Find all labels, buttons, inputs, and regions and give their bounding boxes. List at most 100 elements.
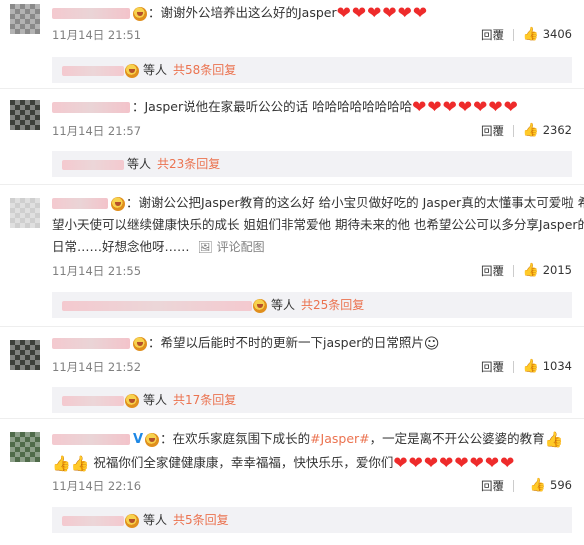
comment-text-line: ：Jasper说他在家最听公公的话 哈哈哈哈哈哈哈哈❤❤❤❤❤❤❤: [52, 96, 572, 119]
replies-summary[interactable]: 等人 共58条回复: [52, 57, 572, 83]
comment-text: ，一定是离不开公公婆婆的教育: [369, 431, 545, 446]
replies-people: 等人: [143, 513, 168, 527]
hearts-emoji: ❤❤❤❤❤❤: [336, 3, 429, 24]
hearts-emoji: ❤❤❤❤❤❤❤: [412, 97, 519, 118]
comment-text: ：在欢乐家庭氛围下成长的: [160, 431, 311, 446]
like-count: 2362: [542, 123, 572, 137]
comment-text-line: ：希望以后能时不时的更新一下jasper的日常照片☺: [52, 332, 572, 355]
avatar[interactable]: [10, 340, 40, 370]
replies-summary[interactable]: 等人 共25条回复: [52, 292, 572, 318]
divider: [513, 480, 514, 492]
replies-count-link[interactable]: 共17条回复: [173, 393, 236, 407]
divider: [0, 88, 584, 89]
reply-usernames: [62, 159, 124, 170]
replies-count-link[interactable]: 共25条回复: [301, 298, 364, 312]
user-badge-icon: [125, 393, 139, 408]
replies-people: 等人: [271, 298, 296, 312]
like-button[interactable]: 👍 1034: [523, 359, 572, 374]
like-count: 3406: [542, 27, 572, 41]
thumbs-up-icon: 👍: [529, 478, 547, 493]
avatar[interactable]: [10, 4, 40, 34]
comment-picture-link[interactable]: 🖼 评论配图: [198, 240, 265, 254]
blush-emoji: ☺: [423, 334, 440, 353]
replies-people: 等人: [143, 63, 168, 77]
replies-people: 等人: [143, 393, 168, 407]
pic-link-label: 评论配图: [216, 240, 265, 254]
avatar[interactable]: [10, 432, 40, 462]
comment-text-line: V ：在欢乐家庭氛围下成长的#Jasper#，一定是离不开公公婆婆的教育👍: [52, 428, 572, 451]
replies-count-link[interactable]: 共5条回复: [173, 513, 229, 527]
replies-summary[interactable]: 等人 共5条回复: [52, 507, 572, 533]
replies-count-link[interactable]: 共58条回复: [173, 63, 236, 77]
user-badge-icon: [125, 63, 139, 78]
timestamp: 11月14日 22:16: [52, 479, 142, 493]
thumbs-up-icon: 👍: [522, 359, 539, 374]
replies-count-link[interactable]: 共23条回复: [157, 157, 220, 171]
reply-usernames: [62, 300, 252, 311]
divider: [513, 265, 514, 277]
timestamp: 11月14日 21:51: [52, 28, 142, 42]
comment-meta: 11月14日 22:16 回覆 👍 596: [52, 478, 572, 496]
like-button[interactable]: 👍 3406: [523, 27, 572, 42]
comment-text: ：Jasper说他在家最听公公的话 哈哈哈哈哈哈哈哈: [132, 99, 413, 114]
like-button[interactable]: 👍 2015: [523, 263, 572, 278]
divider: [513, 125, 514, 137]
thumbs-up-icon: 👍: [522, 123, 539, 138]
divider: [0, 184, 584, 185]
comment-meta: 11月14日 21:51 回覆 👍 3406: [52, 27, 572, 45]
thumbs-up-icon: 👍: [522, 27, 539, 42]
user-badge-icon: [125, 513, 139, 528]
replies-summary[interactable]: 等人 共17条回复: [52, 387, 572, 413]
comment-meta: 11月14日 21:55 回覆 👍 2015: [52, 263, 572, 281]
avatar[interactable]: [10, 198, 40, 228]
reply-button[interactable]: 回覆: [481, 263, 504, 279]
user-badge-icon: [133, 336, 147, 351]
comment-text: ：希望以后能时不时的更新一下jasper的日常照片: [148, 335, 424, 350]
like-count: 596: [550, 478, 572, 492]
topic-link[interactable]: #Jasper#: [310, 431, 370, 446]
user-badge-icon: [253, 298, 267, 313]
reply-usernames: [62, 65, 124, 76]
replies-summary[interactable]: 等人 共23条回复: [52, 151, 572, 177]
like-button[interactable]: 👍 2362: [523, 123, 572, 138]
username[interactable]: [52, 102, 130, 113]
like-count: 1034: [542, 359, 572, 373]
comment-text-line: 日常……好想念他呀…… 🖼 评论配图: [52, 236, 572, 258]
like-button[interactable]: 👍 596: [530, 478, 572, 493]
user-badge-icon: [133, 6, 147, 21]
comment-text-line: 👍👍 祝福你们全家健健康康，幸幸福福，快快乐乐，爱你们❤❤❤❤❤❤❤❤: [52, 452, 572, 475]
replies-people: 等人: [127, 157, 152, 171]
comment-text: 望小天使可以继续健康快乐的成长 姐姐们非常爱他 期待未来的他 也希望公公可以多分…: [52, 217, 584, 232]
reply-button[interactable]: 回覆: [481, 359, 504, 375]
verified-badge-icon: V: [133, 431, 144, 447]
thumbs-up-emoji: 👍: [70, 454, 90, 473]
username[interactable]: [52, 338, 130, 349]
timestamp: 11月14日 21:55: [52, 264, 142, 278]
user-badge-icon: [111, 196, 125, 211]
reply-usernames: [62, 395, 124, 406]
divider: [513, 361, 514, 373]
image-icon: 🖼: [197, 240, 213, 254]
reply-button[interactable]: 回覆: [481, 478, 504, 494]
avatar[interactable]: [10, 100, 40, 130]
timestamp: 11月14日 21:52: [52, 360, 142, 374]
like-count: 2015: [542, 263, 572, 277]
comment-text-line: ：谢谢公公把Jasper教育的这么好 给小宝贝做好吃的 Jasper真的太懂事太…: [52, 192, 584, 214]
username[interactable]: [52, 434, 130, 445]
username[interactable]: [52, 8, 130, 19]
comment-text-line: ：谢谢外公培养出这么好的Jasper❤❤❤❤❤❤: [52, 2, 572, 25]
comment-meta: 11月14日 21:57 回覆 👍 2362: [52, 123, 572, 141]
thumbs-up-icon: 👍: [522, 263, 539, 278]
comment-text: 日常……好想念他呀……: [52, 239, 190, 254]
username[interactable]: [52, 198, 108, 209]
divider: [513, 29, 514, 41]
hearts-emoji: ❤❤❤❤❤❤❤❤: [393, 453, 516, 474]
divider: [0, 326, 584, 327]
thumbs-up-emoji: 👍: [544, 430, 564, 449]
reply-button[interactable]: 回覆: [481, 123, 504, 139]
reply-button[interactable]: 回覆: [481, 27, 504, 43]
thumbs-up-emoji: 👍: [52, 454, 71, 473]
comment-text: ：谢谢外公培养出这么好的Jasper: [148, 5, 337, 20]
reply-usernames: [62, 515, 124, 526]
comment-text: ：谢谢公公把Jasper教育的这么好 给小宝贝做好吃的 Jasper真的太懂事太…: [126, 195, 584, 210]
